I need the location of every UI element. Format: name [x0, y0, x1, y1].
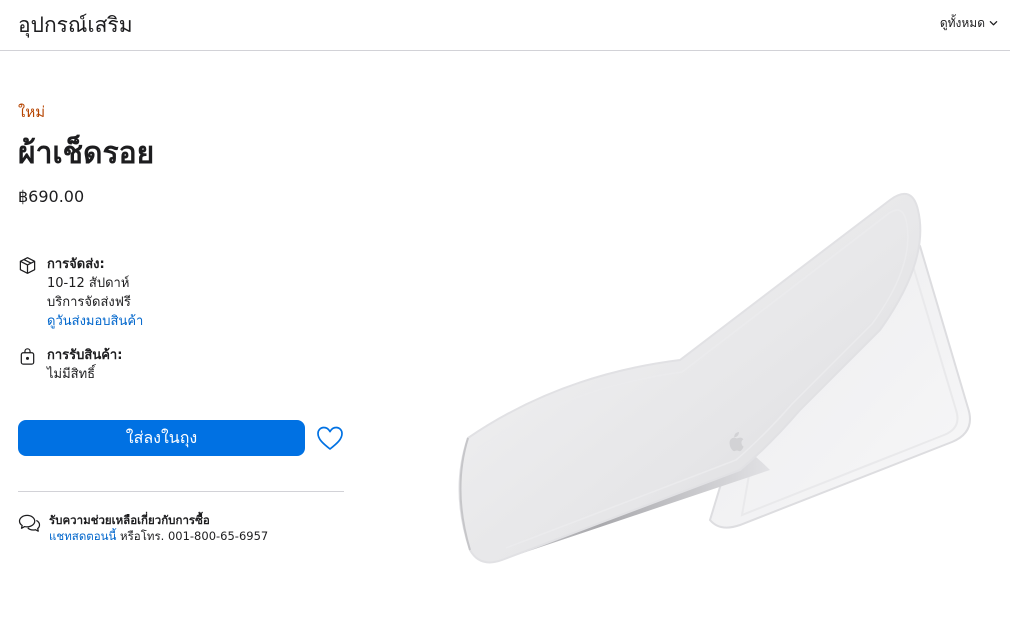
add-to-bag-button[interactable]: ใส่ลงในถุง — [18, 420, 305, 456]
polishing-cloth-image — [458, 192, 971, 564]
delivery-date-link[interactable]: ดูวันส่งมอบสินค้า — [47, 314, 143, 329]
view-all-label: ดูทั้งหมด — [939, 16, 985, 30]
pickup-status: ไม่มีสิทธิ์ — [47, 367, 96, 382]
store-bag-icon — [20, 348, 35, 365]
help-heading: รับความช่วยเหลือเกี่ยวกับการซื้อ — [49, 513, 210, 527]
delivery-heading: การจัดส่ง: — [47, 257, 105, 272]
delivery-free: บริการจัดส่งฟรี — [47, 295, 131, 310]
pickup-heading: การรับสินค้า: — [47, 348, 123, 363]
favorite-button[interactable] — [315, 424, 345, 452]
help-phone: หรือโทร. 001-800-65-6957 — [116, 529, 269, 543]
page-title: อุปกรณ์เสริม — [18, 13, 133, 37]
heart-icon — [317, 426, 343, 450]
chevron-down-icon — [989, 21, 998, 26]
purchase-help: รับความช่วยเหลือเกี่ยวกับการซื้อ แชทสดตอ… — [18, 512, 268, 544]
view-all-dropdown[interactable]: ดูทั้งหมด — [940, 14, 998, 33]
chat-bubbles-icon — [18, 514, 41, 532]
delivery-time: 10-12 สัปดาห์ — [47, 276, 130, 291]
divider — [18, 491, 344, 492]
product-name: ผ้าเช็ดรอย — [18, 136, 155, 171]
pickup-info: การรับสินค้า: ไม่มีสิทธิ์ — [18, 346, 122, 384]
top-bar: อุปกรณ์เสริม ดูทั้งหมด — [0, 0, 1010, 51]
live-chat-link[interactable]: แชทสดตอนนี้ — [49, 529, 116, 543]
product-price: ฿690.00 — [18, 187, 85, 206]
new-badge: ใหม่ — [18, 103, 46, 121]
box-icon — [19, 257, 36, 274]
delivery-info: การจัดส่ง: 10-12 สัปดาห์ บริการจัดส่งฟรี… — [18, 255, 143, 331]
